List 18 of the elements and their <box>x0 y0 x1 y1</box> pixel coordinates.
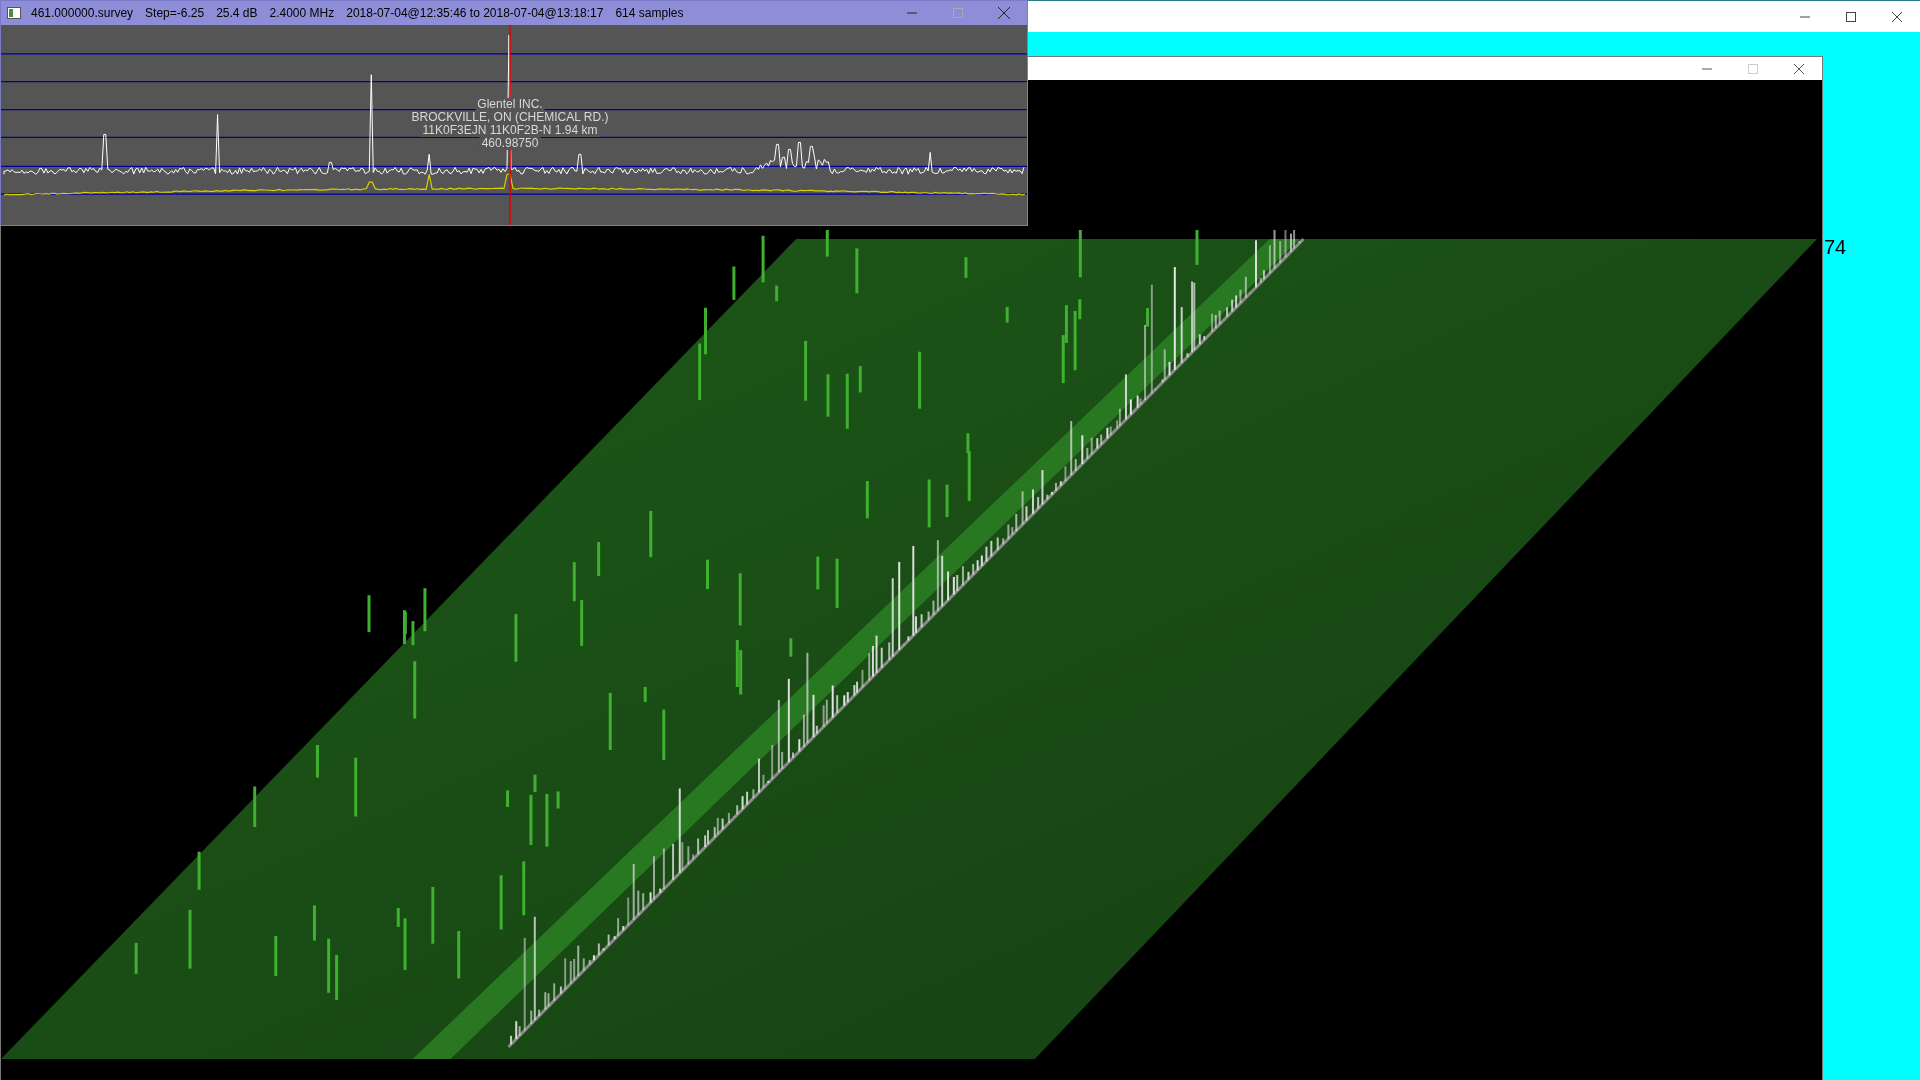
annotation-text: Glentel INC. <box>475 98 545 111</box>
title-field: 25.4 dB <box>216 6 258 20</box>
annotation-text: BROCKVILLE, ON (CHEMICAL RD.) <box>409 111 611 124</box>
maximize-icon <box>953 8 963 18</box>
maximize-icon <box>1748 63 1758 74</box>
title-field: 2.4000 MHz <box>269 6 335 20</box>
title-field: 2018-07-04@12:35:46 to 2018-07-04@13:18:17 <box>346 6 604 20</box>
close-icon <box>1794 63 1804 74</box>
annotation-text: 11K0F3EJN 11K0F2B-N 1.94 km <box>420 124 600 137</box>
close-icon <box>998 7 1010 19</box>
title-field: 461.000000.survey <box>31 6 134 20</box>
title-field: 614 samples <box>615 6 684 20</box>
value-label: 74 <box>1824 236 1847 259</box>
title-field: Step=-6.25 <box>145 6 205 20</box>
app-icon <box>7 7 21 19</box>
maximize-icon <box>1846 11 1856 22</box>
annotation-text: 460.98750 <box>479 137 541 150</box>
close-icon <box>1892 11 1902 22</box>
